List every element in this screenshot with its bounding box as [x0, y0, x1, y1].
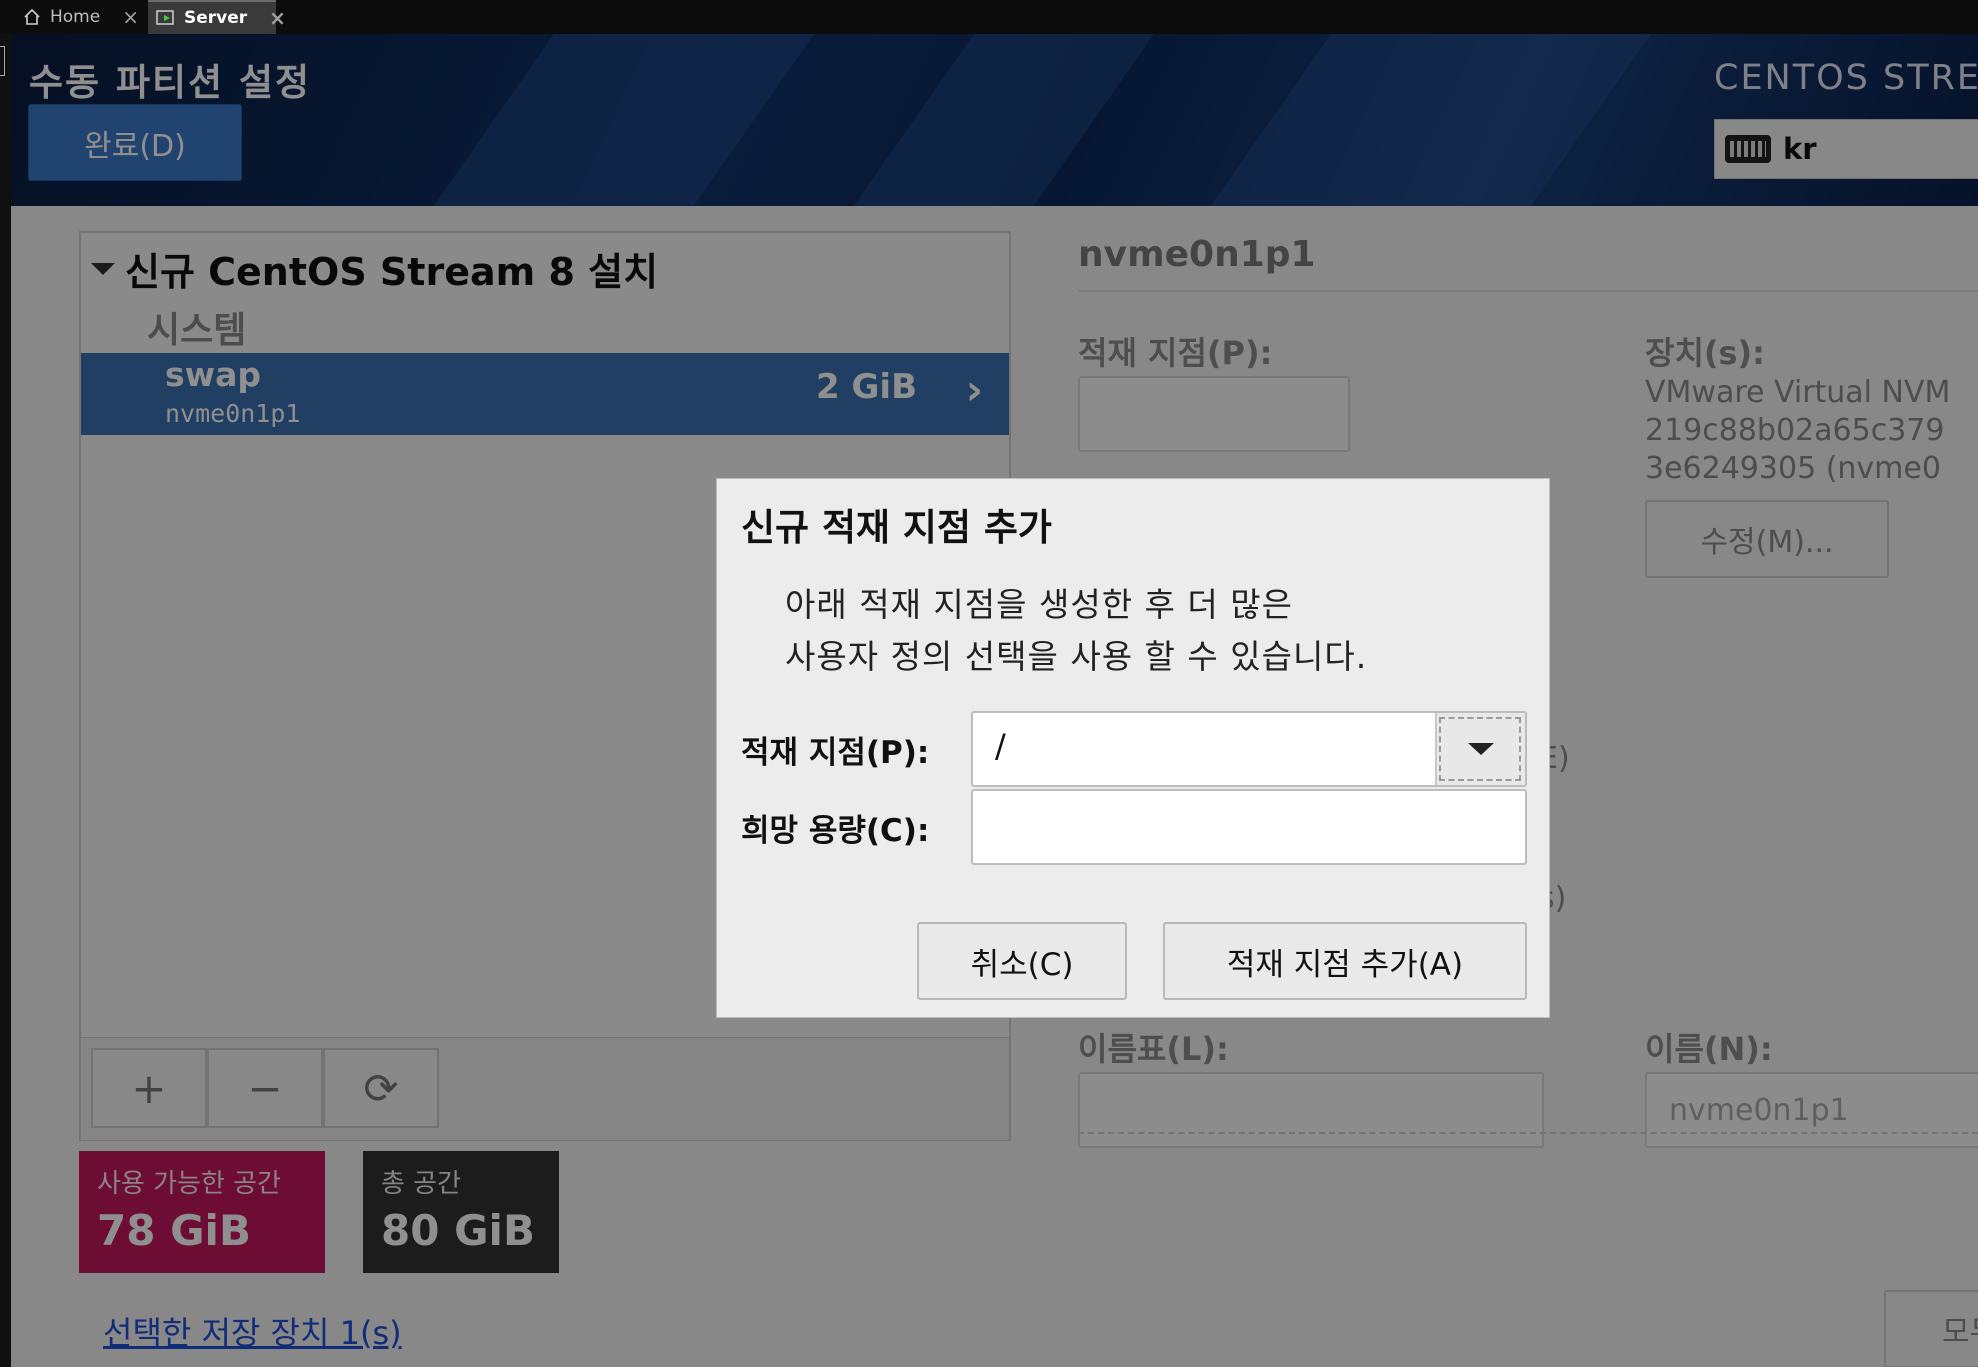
mount-point-combobox[interactable]: / — [971, 711, 1527, 787]
tab-server-label: Server — [184, 8, 248, 28]
mount-point-value[interactable]: / — [995, 727, 1006, 765]
dialog-message-line-2: 사용자 정의 선택을 사용 할 수 있습니다. — [785, 637, 1368, 676]
vm-tab-strip: Home × Server × — [0, 0, 1978, 34]
close-icon[interactable]: × — [269, 6, 286, 30]
chevron-down-icon — [1468, 743, 1494, 755]
dropdown-button[interactable] — [1435, 713, 1525, 785]
dialog-message: 아래 적재 지점을 생성한 후 더 많은 사용자 정의 선택을 사용 할 수 있… — [785, 579, 1367, 683]
tab-home[interactable]: Home × — [22, 0, 139, 34]
capacity-input[interactable] — [971, 789, 1527, 865]
installer-window: 수동 파티션 설정 완료(D) CENTOS STRE kr 신규 CentOS… — [11, 34, 1978, 1367]
tab-server[interactable]: Server × — [148, 0, 286, 34]
add-mount-point-button[interactable]: 적재 지점 추가(A) — [1163, 922, 1527, 1000]
dialog-message-line-1: 아래 적재 지점을 생성한 후 더 많은 — [785, 585, 1293, 624]
close-icon[interactable]: × — [122, 5, 139, 29]
tab-home-label: Home — [50, 7, 101, 27]
mount-point-label: 적재 지점(P): — [741, 735, 930, 771]
vm-icon — [156, 8, 176, 28]
dialog-title: 신규 적재 지점 추가 — [741, 506, 1052, 549]
cancel-button[interactable]: 취소(C) — [917, 922, 1127, 1000]
home-icon — [22, 7, 42, 27]
add-mount-point-dialog: 신규 적재 지점 추가 아래 적재 지점을 생성한 후 더 많은 사용자 정의 … — [716, 478, 1550, 1018]
capacity-label: 희망 용량(C): — [741, 813, 930, 849]
